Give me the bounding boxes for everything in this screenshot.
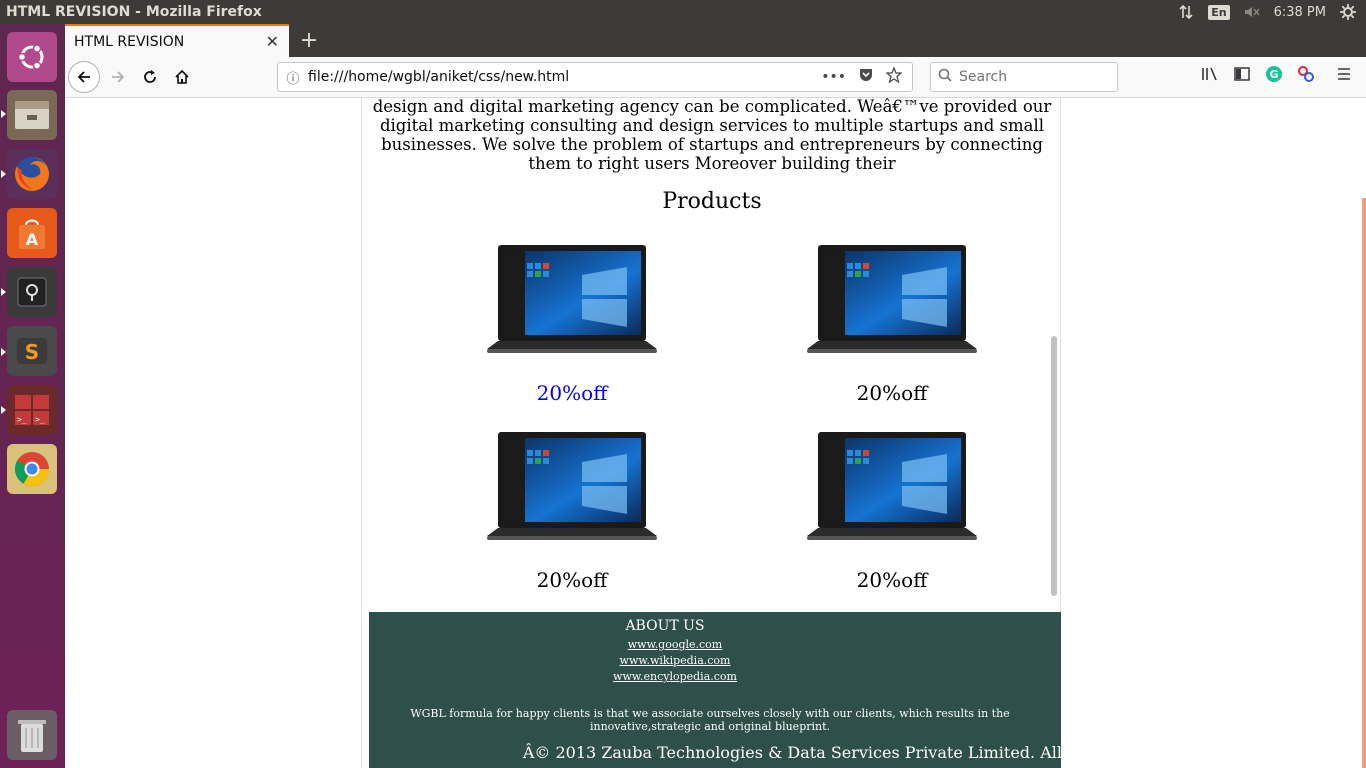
page-actions-icon[interactable]: ••• — [821, 69, 846, 85]
product-offer-link[interactable]: 20%off — [472, 381, 672, 405]
window-title: HTML REVISION - Mozilla Firefox — [6, 4, 262, 20]
reload-button[interactable] — [134, 61, 166, 93]
footer-title: ABOUT US — [625, 618, 705, 634]
laptop-image — [487, 432, 657, 544]
forward-button[interactable] — [102, 61, 134, 93]
library-icon[interactable] — [1201, 65, 1219, 83]
url-text[interactable]: file:///home/wgbl/aniket/css/new.html — [308, 69, 569, 85]
products-heading: Products — [662, 189, 762, 214]
extension-link-icon[interactable] — [1297, 65, 1315, 83]
volume-muted-icon[interactable] — [1244, 4, 1260, 20]
copyright-text: Â© 2013 Zauba Technologies & Data Servic… — [522, 743, 1061, 762]
grammarly-extension-icon[interactable]: G — [1265, 65, 1283, 83]
product-card-4: 20%off — [792, 432, 992, 592]
system-top-bar: HTML REVISION - Mozilla Firefox En 6:38 … — [0, 0, 1366, 24]
product-card-3: 20%off — [472, 432, 672, 592]
footer-description: WGBL formula for happy clients is that w… — [410, 707, 1010, 733]
terminal-icon[interactable]: >_ >_ — [7, 385, 57, 435]
files-icon[interactable] — [7, 90, 57, 140]
svg-text:A: A — [26, 230, 39, 249]
running-indicator — [1, 110, 6, 118]
clock[interactable]: 6:38 PM — [1274, 5, 1326, 20]
product-offer-text: 20%off — [856, 381, 928, 405]
url-bar[interactable]: ⓘ file:///home/wgbl/aniket/css/new.html … — [277, 62, 913, 92]
trash-icon[interactable] — [7, 710, 57, 760]
network-arrows-icon[interactable] — [1178, 4, 1194, 20]
ubuntu-dash-icon[interactable] — [7, 32, 57, 82]
product-offer-text: 20%off — [536, 568, 608, 592]
tab-bar: HTML REVISION ✕ + — [65, 24, 1366, 57]
product-offer-text: 20%off — [856, 568, 928, 592]
footer-links: www.google.com www.wikipedia.com www.enc… — [369, 637, 1061, 685]
tab-title: HTML REVISION — [74, 33, 185, 50]
svg-text:G: G — [1269, 68, 1278, 81]
info-icon[interactable]: ⓘ — [278, 68, 308, 87]
back-button[interactable] — [68, 61, 100, 93]
running-indicator — [1, 170, 6, 178]
tab-html-revision[interactable]: HTML REVISION ✕ — [65, 24, 289, 57]
navigation-toolbar: ⓘ file:///home/wgbl/aniket/css/new.html … — [65, 57, 1366, 98]
footer-link-encyclopedia[interactable]: www.encylopedia.com — [369, 669, 1061, 685]
firefox-icon[interactable] — [7, 149, 57, 199]
footer-link-google[interactable]: www.google.com — [369, 637, 1061, 653]
running-indicator — [1, 406, 6, 414]
bookmark-star-icon[interactable] — [885, 66, 903, 87]
back-arrow-icon — [77, 71, 90, 83]
laptop-image — [807, 245, 977, 357]
search-input[interactable] — [959, 69, 1109, 85]
new-tab-button[interactable]: + — [297, 28, 321, 53]
hamburger-menu-icon[interactable] — [1335, 65, 1353, 83]
inner-scrollbar-thumb[interactable] — [1051, 336, 1057, 596]
software-center-icon[interactable]: A — [7, 208, 57, 258]
sublime-text-icon[interactable]: S — [7, 326, 57, 376]
laptop-image — [487, 245, 657, 357]
keyboard-layout-indicator[interactable]: En — [1208, 4, 1230, 20]
footer-link-wikipedia[interactable]: www.wikipedia.com — [369, 653, 1061, 669]
pocket-icon[interactable] — [858, 67, 874, 87]
chrome-icon[interactable] — [7, 444, 57, 494]
search-bar[interactable] — [930, 62, 1118, 92]
settings-gear-icon[interactable] — [1340, 4, 1356, 20]
intro-paragraph: is not present, the tag is not a hyperli… — [372, 98, 1052, 173]
svg-text:>_: >_ — [17, 415, 27, 424]
home-icon — [175, 69, 189, 84]
page-scrollbar-thumb[interactable] — [1362, 198, 1366, 768]
product-card-2: 20%off — [792, 245, 992, 405]
page-viewport: is not present, the tag is not a hyperli… — [65, 98, 1366, 768]
running-indicator — [1, 288, 6, 296]
footer: ABOUT US www.google.com www.wikipedia.co… — [369, 612, 1061, 768]
vault-icon[interactable] — [7, 267, 57, 317]
search-icon — [931, 68, 959, 86]
reload-icon — [144, 70, 156, 83]
svg-text:S: S — [25, 340, 39, 364]
running-indicator — [1, 348, 6, 356]
unity-launcher: A S >_ >_ — [0, 24, 65, 768]
svg-text:>_: >_ — [35, 415, 45, 424]
product-card-1: 20%off — [472, 245, 672, 405]
close-tab-icon[interactable]: ✕ — [266, 32, 279, 51]
sidebar-toggle-icon[interactable] — [1233, 65, 1251, 83]
home-button[interactable] — [166, 61, 198, 93]
forward-arrow-icon — [112, 71, 125, 83]
laptop-image — [807, 432, 977, 544]
